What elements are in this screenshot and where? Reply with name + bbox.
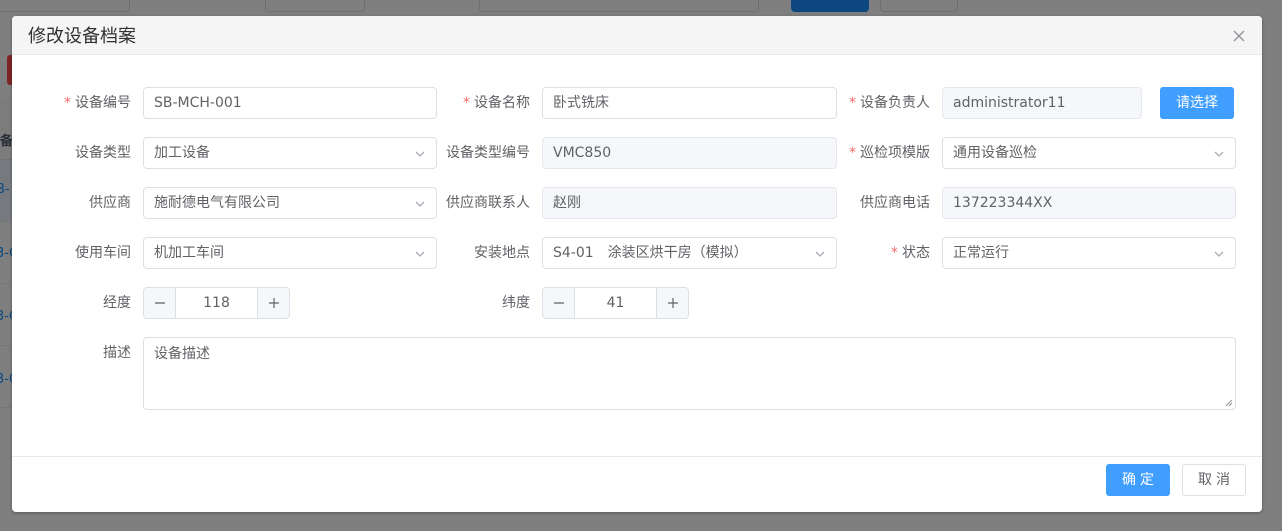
inspection-template-label: * 巡检项模版: [849, 145, 930, 161]
inspection-template-value: 通用设备巡检: [953, 145, 1037, 161]
device-type-select[interactable]: 加工设备: [143, 137, 437, 169]
chevron-down-icon: [815, 251, 825, 257]
minus-icon: [154, 302, 165, 304]
device-code-label: * 设备编号: [64, 95, 131, 111]
device-type-value: 加工设备: [154, 145, 210, 161]
chevron-down-icon: [415, 251, 425, 257]
confirm-button[interactable]: 确定: [1106, 464, 1170, 496]
latitude-increase-button[interactable]: [656, 288, 688, 318]
plus-icon: [667, 298, 678, 308]
description-label: 描述: [103, 345, 131, 361]
dialog-header: 修改设备档案: [12, 16, 1262, 55]
status-select[interactable]: 正常运行: [942, 237, 1236, 269]
supplier-label: 供应商: [89, 195, 131, 211]
latitude-input[interactable]: 41: [575, 288, 656, 318]
device-code-input[interactable]: SB-MCH-001: [143, 87, 437, 119]
description-textarea[interactable]: 设备描述: [143, 337, 1236, 410]
workshop-value: 机加工车间: [154, 245, 224, 261]
device-name-input[interactable]: 卧式铣床: [542, 87, 837, 119]
workshop-label: 使用车间: [75, 245, 131, 261]
supplier-contact-label: 供应商联系人: [446, 195, 530, 211]
device-type-code-label: 设备类型编号: [446, 145, 530, 161]
chevron-down-icon: [1214, 151, 1224, 157]
longitude-stepper: 118: [143, 287, 290, 319]
chevron-down-icon: [415, 201, 425, 207]
device-owner-label: * 设备负责人: [849, 95, 930, 111]
workshop-select[interactable]: 机加工车间: [143, 237, 437, 269]
resize-handle-icon[interactable]: [1225, 399, 1233, 407]
location-value: S4-01 涂装区烘干房（模拟）: [553, 245, 748, 261]
device-type-code-input: VMC850: [542, 137, 837, 169]
chevron-down-icon: [1214, 251, 1224, 257]
location-select[interactable]: S4-01 涂装区烘干房（模拟）: [542, 237, 837, 269]
device-type-label: 设备类型: [75, 145, 131, 161]
longitude-increase-button[interactable]: [257, 288, 289, 318]
device-name-label: * 设备名称: [463, 95, 530, 111]
supplier-value: 施耐德电气有限公司: [154, 195, 280, 211]
device-owner-input: administrator11: [942, 87, 1142, 119]
inspection-template-select[interactable]: 通用设备巡检: [942, 137, 1236, 169]
latitude-stepper: 41: [542, 287, 689, 319]
chevron-down-icon: [415, 151, 425, 157]
choose-owner-button[interactable]: 请选择: [1160, 87, 1234, 119]
status-label: * 状态: [891, 245, 930, 261]
supplier-phone-input: 137223344XX: [942, 187, 1236, 219]
close-icon[interactable]: [1232, 29, 1246, 43]
longitude-label: 经度: [103, 295, 131, 311]
cancel-button[interactable]: 取消: [1182, 464, 1246, 496]
description-value: 设备描述: [154, 346, 210, 362]
supplier-select[interactable]: 施耐德电气有限公司: [143, 187, 437, 219]
latitude-label: 纬度: [502, 295, 530, 311]
edit-device-dialog: 修改设备档案 * 设备编号 SB-MCH-001 * 设备名称 卧式铣床 * 设备负责…: [12, 16, 1262, 512]
longitude-input[interactable]: 118: [176, 288, 257, 318]
status-value: 正常运行: [953, 245, 1009, 261]
dialog-title: 修改设备档案: [28, 26, 136, 47]
dialog-footer: [12, 456, 1262, 512]
minus-icon: [553, 302, 564, 304]
location-label: 安装地点: [474, 245, 530, 261]
supplier-contact-input: 赵刚: [542, 187, 837, 219]
latitude-decrease-button[interactable]: [543, 288, 575, 318]
longitude-decrease-button[interactable]: [144, 288, 176, 318]
plus-icon: [268, 298, 279, 308]
supplier-phone-label: 供应商电话: [860, 195, 930, 211]
